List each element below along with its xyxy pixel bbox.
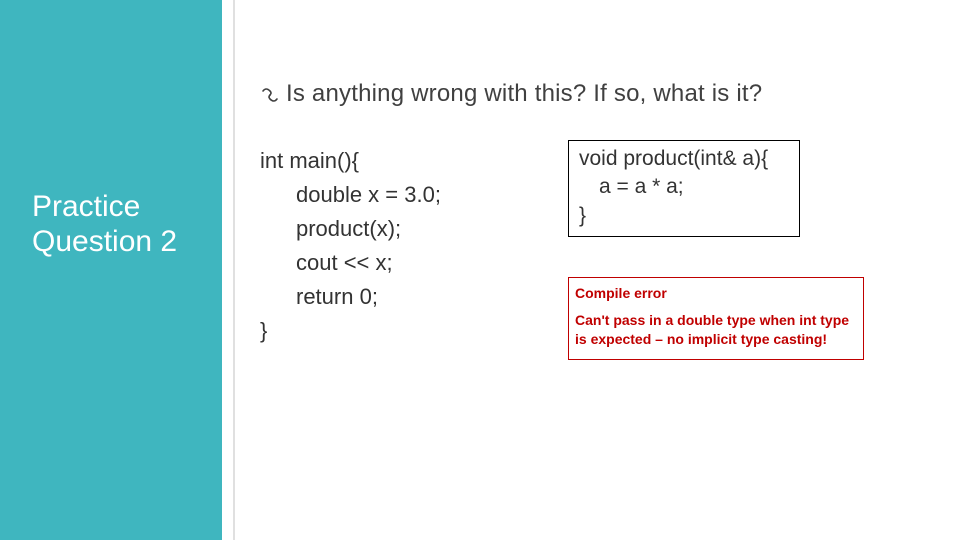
- slide: Practice Question 2 Is anything wrong wi…: [0, 0, 960, 540]
- code-line: double x = 3.0;: [260, 178, 540, 212]
- code-line: cout << x;: [260, 246, 540, 280]
- slide-title: Practice Question 2: [32, 190, 202, 259]
- content-area: Is anything wrong with this? If so, what…: [260, 80, 930, 360]
- code-line: int main(){: [260, 144, 540, 178]
- code-line: product(x);: [260, 212, 540, 246]
- question-text: Is anything wrong with this? If so, what…: [286, 80, 762, 107]
- code-line: }: [260, 314, 540, 348]
- slide-title-line2: Question 2: [32, 225, 202, 260]
- main-code-block: int main(){ double x = 3.0; product(x); …: [260, 144, 540, 349]
- function-code-box: void product(int& a){ a = a * a; }: [568, 140, 800, 237]
- code-line: a = a * a;: [579, 173, 789, 201]
- question-line: Is anything wrong with this? If so, what…: [260, 80, 930, 108]
- answer-box: Compile error Can't pass in a double typ…: [568, 277, 864, 360]
- right-column: void product(int& a){ a = a * a; } Compi…: [568, 140, 930, 360]
- answer-line1: Compile error: [575, 284, 855, 303]
- link-bullet-icon: [260, 88, 280, 102]
- code-line: return 0;: [260, 280, 540, 314]
- code-line: }: [579, 202, 789, 230]
- code-line: void product(int& a){: [579, 145, 789, 173]
- sidebar-stripe: [222, 0, 235, 540]
- slide-title-line1: Practice: [32, 190, 202, 225]
- code-area: int main(){ double x = 3.0; product(x); …: [260, 144, 930, 360]
- answer-line2: Can't pass in a double type when int typ…: [575, 311, 855, 349]
- sidebar: [0, 0, 222, 540]
